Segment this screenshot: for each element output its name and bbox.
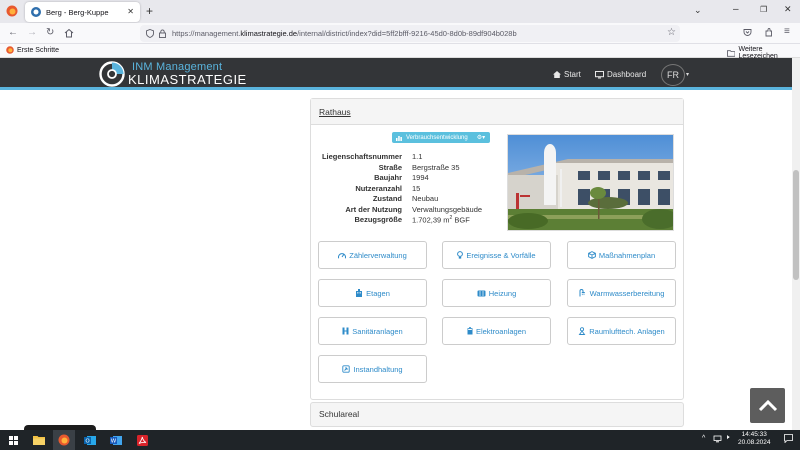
minimize-icon[interactable]: – bbox=[733, 4, 739, 15]
site-favicon-icon bbox=[31, 7, 41, 17]
settings-cog-icon: ⚙▾ bbox=[476, 135, 486, 141]
browser-tab-active[interactable]: Berg - Berg-Kuppe ✕ bbox=[25, 2, 140, 22]
word-icon[interactable]: W bbox=[105, 430, 127, 450]
field-value: Bergstraße 35 bbox=[412, 163, 460, 172]
building-panel-header bbox=[311, 99, 683, 125]
sanitary-icon bbox=[342, 327, 349, 335]
close-window-icon[interactable]: ✕ bbox=[784, 4, 792, 15]
pocket-icon[interactable] bbox=[743, 28, 752, 37]
fan-icon bbox=[578, 327, 586, 335]
restore-icon[interactable]: ❐ bbox=[760, 5, 767, 14]
close-tab-icon[interactable]: ✕ bbox=[127, 7, 134, 16]
back-to-top-button[interactable] bbox=[750, 388, 785, 423]
bookmarks-bar bbox=[0, 44, 800, 58]
user-avatar[interactable]: FR bbox=[661, 64, 685, 86]
action-hot-water-button[interactable]: Warmwasserbereitung bbox=[567, 279, 676, 307]
new-tab-icon[interactable]: + bbox=[146, 4, 153, 18]
user-menu-caret-icon[interactable]: ▾ bbox=[686, 71, 689, 78]
monitor-icon bbox=[595, 70, 604, 78]
bookmark-first-steps[interactable]: Erste Schritte bbox=[6, 46, 59, 54]
nav-start-link[interactable]: Start bbox=[553, 70, 581, 79]
consumption-development-button[interactable]: Verbrauchsentwicklung ⚙▾ bbox=[392, 132, 490, 143]
building-icon bbox=[356, 289, 363, 297]
brand-logo-icon[interactable] bbox=[98, 61, 126, 87]
back-icon[interactable]: ← bbox=[8, 27, 18, 38]
home-icon bbox=[553, 71, 561, 78]
home-icon[interactable] bbox=[64, 28, 74, 38]
heater-icon bbox=[477, 290, 486, 296]
network-icon[interactable] bbox=[713, 435, 722, 443]
bookmark-star-icon[interactable]: ☆ bbox=[667, 27, 676, 38]
field-label: Art der Nutzung bbox=[345, 205, 402, 214]
field-label: Zustand bbox=[372, 194, 402, 203]
bar-chart-icon bbox=[396, 135, 402, 141]
field-label: Liegenschaftsnummer bbox=[321, 152, 402, 161]
field-label: Baujahr bbox=[374, 173, 402, 182]
field-value: 15 bbox=[412, 184, 421, 193]
wrench-icon bbox=[342, 365, 351, 373]
forward-icon[interactable]: → bbox=[27, 27, 37, 38]
action-electrical-button[interactable]: Elektroanlagen bbox=[442, 317, 551, 345]
shower-icon bbox=[579, 289, 585, 297]
action-sanitary-button[interactable]: Sanitäranlagen bbox=[318, 317, 427, 345]
notification-icon[interactable] bbox=[784, 434, 793, 443]
acrobat-icon[interactable] bbox=[131, 430, 153, 450]
next-building-panel[interactable] bbox=[310, 402, 684, 427]
taskbar-clock[interactable]: 14:45:33 20.08.2024 bbox=[738, 431, 771, 447]
reload-icon[interactable]: ↻ bbox=[46, 27, 54, 38]
action-events-button[interactable]: Ereignisse & Vorfälle bbox=[442, 241, 551, 269]
gauge-icon bbox=[338, 252, 347, 258]
menu-icon[interactable]: ≡ bbox=[784, 26, 790, 37]
extensions-icon[interactable] bbox=[764, 28, 773, 37]
outlook-icon[interactable]: O bbox=[79, 430, 101, 450]
folder-icon bbox=[727, 49, 736, 57]
lock-icon[interactable] bbox=[159, 29, 166, 38]
chevron-up-icon bbox=[758, 399, 777, 411]
action-measures-plan-button[interactable]: Maßnahmenplan bbox=[567, 241, 676, 269]
tray-chevron-up-icon[interactable]: ^ bbox=[702, 435, 705, 442]
action-meter-management-button[interactable]: Zählerverwaltung bbox=[318, 241, 427, 269]
brand-name-line2: KLIMASTRATEGIE bbox=[128, 72, 247, 87]
firefox-menu-icon[interactable] bbox=[6, 5, 18, 17]
next-building-title[interactable]: Schulareal bbox=[319, 409, 359, 419]
action-ventilation-button[interactable]: Raumlufttech. Anlagen bbox=[567, 317, 676, 345]
windows-start-icon[interactable] bbox=[2, 430, 24, 450]
building-photo bbox=[507, 134, 674, 231]
tab-title: Berg - Berg-Kuppe bbox=[46, 7, 109, 17]
action-maintenance-button[interactable]: Instandhaltung bbox=[318, 355, 427, 383]
shield-icon[interactable] bbox=[146, 29, 154, 38]
firefox-taskbar-icon[interactable] bbox=[53, 430, 75, 450]
field-label: Straße bbox=[378, 163, 402, 172]
svg-text:O: O bbox=[85, 438, 90, 444]
battery-icon bbox=[467, 327, 473, 335]
field-value: 1994 bbox=[412, 173, 429, 182]
firefox-icon bbox=[6, 46, 14, 54]
building-title-link[interactable]: Rathaus bbox=[319, 107, 351, 117]
cube-icon bbox=[587, 251, 596, 259]
volume-icon[interactable]: 🕨 bbox=[725, 434, 729, 442]
field-label: Bezugsgröße bbox=[354, 215, 402, 224]
url-text[interactable]: https://management.klimastrategie.de/int… bbox=[172, 29, 517, 38]
nav-dashboard-link[interactable]: Dashboard bbox=[595, 70, 646, 79]
field-label: Nutzeranzahl bbox=[355, 184, 402, 193]
action-floors-button[interactable]: Etagen bbox=[318, 279, 427, 307]
field-value: 1.1 bbox=[412, 152, 423, 161]
svg-text:W: W bbox=[111, 438, 117, 444]
field-value: Neubau bbox=[412, 194, 439, 203]
chevron-down-icon[interactable]: ⌄ bbox=[694, 5, 702, 16]
field-value: Verwaltungsgebäude bbox=[412, 205, 483, 214]
lightbulb-icon bbox=[457, 251, 464, 259]
action-heating-button[interactable]: Heizung bbox=[442, 279, 551, 307]
field-value-area: 1.702,39 m2 BGF bbox=[412, 215, 470, 225]
scrollbar-thumb[interactable] bbox=[793, 170, 799, 280]
file-explorer-icon[interactable] bbox=[28, 430, 50, 450]
